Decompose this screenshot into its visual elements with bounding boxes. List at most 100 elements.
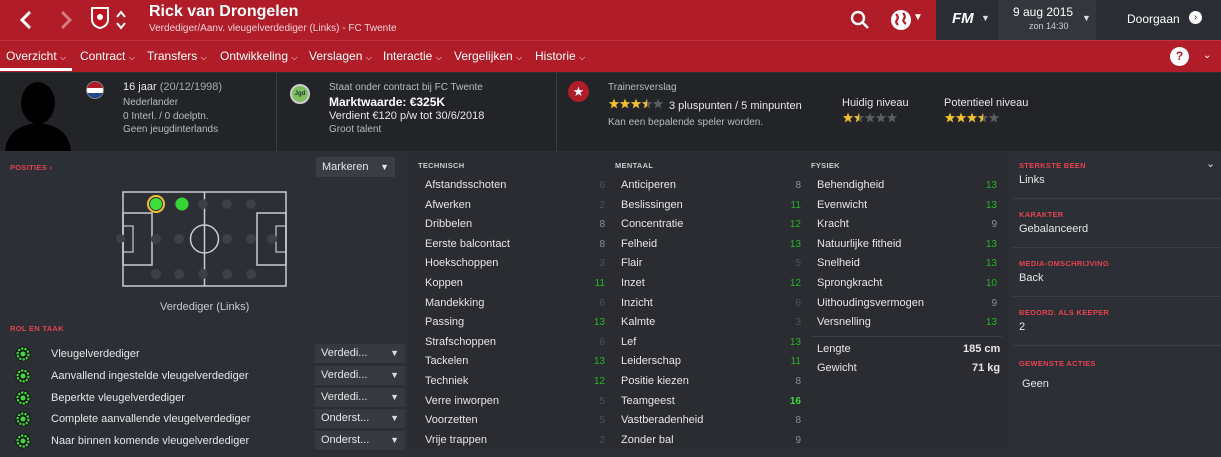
attribute-row[interactable]: Felheid 13 — [621, 235, 801, 255]
tab-overzicht[interactable]: Overzicht ⌵ — [0, 41, 73, 71]
duty-dropdown[interactable]: Verdedi... ▼ — [315, 387, 405, 407]
tab-verslagen[interactable]: Verslagen ⌵ — [309, 41, 372, 71]
attribute-row[interactable]: Zonder bal 9 — [621, 431, 801, 451]
help-icon[interactable]: ? — [1170, 47, 1189, 66]
attribute-row[interactable]: Passing 13 — [425, 313, 605, 333]
duty-dropdown[interactable]: Onderst... ▼ — [315, 409, 405, 429]
tab-ontwikkeling[interactable]: Ontwikkeling ⌵ — [220, 41, 297, 71]
attribute-name: Inzicht — [621, 296, 653, 309]
contract-status[interactable]: Staat onder contract bij FC Twente — [329, 82, 483, 93]
role-row[interactable]: Beperkte vleugelverdediger Verdedi... ▼ — [10, 387, 405, 409]
current-date: 9 aug 2015 — [1013, 5, 1074, 19]
role-row[interactable]: Complete aanvallende vleugelverdediger On… — [10, 408, 405, 431]
attribute-row[interactable]: Tackelen 13 — [425, 352, 605, 372]
duty-dropdown[interactable]: Onderst... ▼ — [315, 431, 405, 451]
player-subtitle[interactable]: Verdediger/Aanv. vleugelverdediger (Link… — [149, 23, 397, 34]
attribute-row[interactable]: Strafschoppen 6 — [425, 333, 605, 353]
attribute-row[interactable]: Behendigheid 13 — [817, 176, 997, 196]
attribute-name: Flair — [621, 257, 643, 270]
tab-contract[interactable]: Contract ⌵ — [80, 41, 135, 71]
chevron-down-icon[interactable]: ▼ — [913, 12, 923, 23]
attribute-name: Behendigheid — [817, 179, 885, 191]
current-level-stars — [842, 111, 902, 129]
attribute-row[interactable]: Mandekking 6 — [425, 294, 605, 314]
current-level-label: Huidig niveau — [842, 97, 909, 109]
highlight-dropdown[interactable]: Markeren ▼ — [316, 157, 395, 177]
roles-title: ROL EN TAAK — [10, 324, 64, 333]
chevron-down-icon[interactable]: ▼ — [981, 13, 990, 23]
chevron-down-icon[interactable]: ⌄ — [1203, 50, 1211, 61]
attribute-row[interactable]: Verre inworpen 5 — [425, 392, 605, 412]
attribute-row[interactable]: Concentratie 12 — [621, 215, 801, 235]
cycle-icon[interactable] — [114, 6, 128, 34]
role-row[interactable]: Vleugelverdediger Verdedi... ▼ — [10, 343, 405, 365]
attribute-name: Kalmte — [621, 316, 656, 329]
attribute-row[interactable]: Sprongkracht 10 — [817, 274, 997, 294]
tab-interactie[interactable]: Interactie ⌵ — [383, 41, 442, 71]
attribute-row[interactable]: Uithoudingsvermogen 9 — [817, 294, 997, 314]
attribute-value: 13 — [985, 180, 997, 191]
chevron-down-icon: ⌵ — [435, 53, 442, 62]
nationality[interactable]: Nederlander — [123, 97, 178, 108]
attribute-value: 8 — [599, 219, 605, 231]
chevron-down-icon[interactable]: ⌄ — [1206, 157, 1215, 170]
tab-transfers[interactable]: Transfers ⌵ — [147, 41, 207, 71]
attribute-row[interactable]: Leiderschap 11 — [621, 352, 801, 372]
back-icon[interactable] — [14, 8, 38, 32]
talent: Groot talent — [329, 124, 382, 135]
attribute-row[interactable]: Inzet 12 — [621, 274, 801, 294]
attribute-row[interactable]: Techniek 12 — [425, 372, 605, 392]
attribute-value: 13 — [593, 356, 605, 368]
attribute-row[interactable]: Lef 13 — [621, 333, 801, 353]
positions-title[interactable]: POSITIES › — [10, 163, 52, 172]
character-title: KARAKTER — [1019, 210, 1064, 219]
attribute-row[interactable]: Afwerken 2 — [425, 196, 605, 216]
attribute-row[interactable]: Versnelling 13 — [817, 313, 997, 333]
attribute-row[interactable]: Natuurlijke fitheid 13 — [817, 235, 997, 255]
duty-dropdown[interactable]: Verdedi... ▼ — [315, 365, 405, 385]
attribute-row[interactable]: Kracht 9 — [817, 215, 997, 235]
forward-icon[interactable] — [54, 8, 78, 32]
potential-level-stars — [944, 111, 1004, 129]
tab-vergelijken[interactable]: Vergelijken ⌵ — [454, 41, 522, 71]
attribute-row[interactable]: Kalmte 3 — [621, 313, 801, 333]
attribute-row[interactable]: Hoekschoppen 3 — [425, 254, 605, 274]
attribute-row[interactable]: Voorzetten 5 — [425, 411, 605, 431]
character-value: Gebalanceerd — [1019, 223, 1089, 235]
club-badge[interactable]: Jgd — [290, 84, 310, 104]
attribute-row[interactable]: Afstandsschoten 6 — [425, 176, 605, 196]
attribute-row[interactable]: Anticiperen 8 — [621, 176, 801, 196]
attribute-row[interactable]: Positie kiezen 8 — [621, 372, 801, 392]
attribute-row[interactable]: Evenwicht 13 — [817, 196, 997, 216]
attribute-value: 13 — [789, 238, 801, 250]
attribute-row[interactable]: Eerste balcontact 8 — [425, 235, 605, 255]
scout-title[interactable]: Trainersverslag — [608, 82, 677, 93]
globe-icon[interactable] — [888, 7, 914, 33]
attribute-value: 11 — [790, 356, 801, 368]
date-panel[interactable]: 9 aug 2015 zon 14:30 ▼ — [998, 0, 1096, 40]
header-right-panel: FM ▼ 9 aug 2015 zon 14:30 ▼ Doorgaan › — [936, 0, 1221, 40]
continue-button[interactable]: Doorgaan › — [1096, 0, 1221, 40]
role-name: Vleugelverdediger — [51, 348, 140, 360]
fm-logo[interactable]: FM — [952, 10, 974, 27]
tab-historie[interactable]: Historie ⌵ — [535, 41, 585, 71]
attribute-value: 6 — [599, 180, 605, 191]
attribute-row[interactable]: Flair 5 — [621, 254, 801, 274]
player-avatar — [0, 73, 75, 151]
attribute-row[interactable]: Teamgeest 16 — [621, 392, 801, 412]
attribute-name: Mandekking — [425, 296, 485, 309]
attribute-name: Lef — [621, 335, 637, 348]
chevron-down-icon: ⌵ — [128, 53, 135, 62]
search-icon[interactable] — [848, 8, 872, 32]
attribute-row[interactable]: Snelheid 13 — [817, 254, 997, 274]
role-row[interactable]: Aanvallend ingestelde vleugelverdediger V… — [10, 365, 405, 387]
attribute-row[interactable]: Vastberadenheid 8 — [621, 411, 801, 431]
attribute-row[interactable]: Dribbelen 8 — [425, 215, 605, 235]
club-crest-icon[interactable] — [89, 5, 111, 31]
attribute-row[interactable]: Vrije trappen 2 — [425, 431, 605, 451]
attribute-row[interactable]: Beslissingen 11 — [621, 196, 801, 216]
duty-dropdown[interactable]: Verdedi... ▼ — [315, 344, 405, 363]
tab-label: Ontwikkeling — [220, 49, 289, 63]
attribute-row[interactable]: Koppen 11 — [425, 274, 605, 294]
attribute-row[interactable]: Inzicht 6 — [621, 294, 801, 314]
